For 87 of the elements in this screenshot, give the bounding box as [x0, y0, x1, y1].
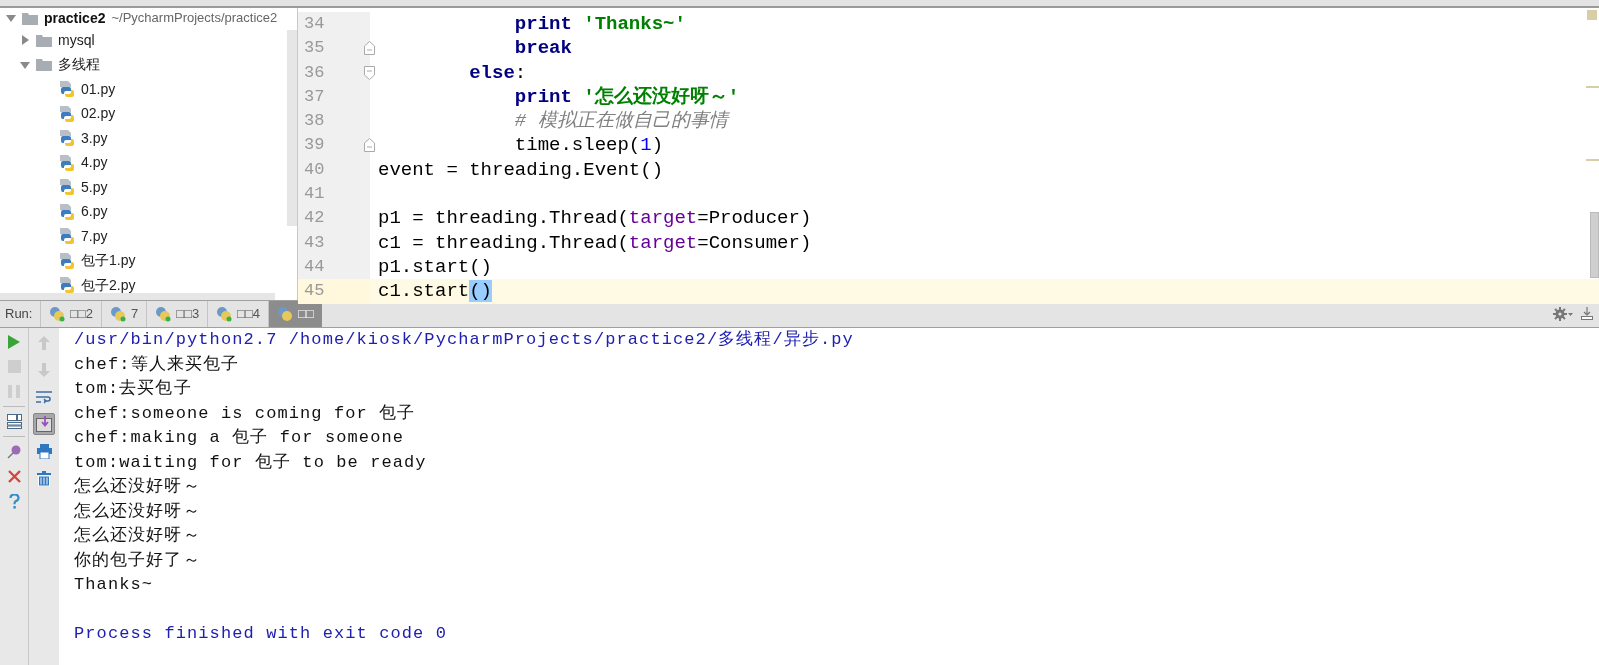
file-name[interactable]: 5.py	[81, 176, 108, 198]
line-number: 36	[303, 61, 325, 84]
python-file-icon	[60, 203, 75, 220]
folder-icon	[36, 58, 52, 72]
python-file-icon	[60, 228, 75, 245]
code-line: c1 = threading.Thread(target=Consumer)	[377, 230, 812, 255]
code-line: c1.start()	[377, 279, 493, 304]
fold-marker-icon[interactable]	[364, 41, 375, 56]
console-line: 你的包子好了～	[74, 550, 201, 570]
code-line: print 'Thanks~'	[513, 12, 686, 37]
minimize-panel-icon[interactable]	[1581, 307, 1593, 321]
line-number: 40	[303, 158, 325, 181]
line-number: 34	[303, 13, 325, 35]
pin-icon[interactable]	[6, 444, 22, 459]
run-command: /usr/bin/python2.7 /home/kiosk/PycharmProjects/practice2/多线程/异步.py	[74, 330, 854, 349]
line-number: 41	[303, 183, 325, 206]
collapsed-arrow-icon[interactable]	[20, 35, 30, 46]
line-number: 42	[303, 207, 325, 230]
python-run-icon	[109, 306, 126, 322]
soft-wrap-icon[interactable]	[36, 389, 52, 405]
scroll-to-end-icon[interactable]	[36, 416, 52, 432]
line-number: 45	[303, 280, 325, 303]
folder-icon	[36, 33, 52, 47]
file-name[interactable]: 包子2.py	[81, 274, 136, 296]
python-file-icon	[60, 179, 75, 196]
close-icon[interactable]	[7, 470, 21, 483]
run-icon[interactable]	[7, 333, 21, 350]
console-line: 怎么还没好呀～	[74, 477, 201, 496]
trash-icon[interactable]	[37, 470, 51, 486]
file-name[interactable]: 02.py	[81, 103, 116, 125]
line-number: 35	[303, 37, 325, 60]
help-icon[interactable]	[8, 494, 20, 509]
python-run-icon	[216, 306, 233, 322]
console-line: 怎么还没好呀～	[74, 526, 201, 545]
exit-message: Process finished with exit code 0	[74, 624, 447, 643]
folder-name[interactable]: mysql	[58, 29, 95, 51]
line-number: 38	[303, 110, 325, 133]
print-icon[interactable]	[36, 443, 52, 459]
code-line: break	[513, 36, 572, 61]
console-line: tom:去买包子	[74, 379, 192, 398]
python-file-icon	[60, 130, 75, 147]
fold-marker-icon[interactable]	[364, 65, 375, 80]
file-name[interactable]: 包子1.py	[81, 250, 136, 272]
python-file-icon	[60, 252, 75, 269]
python-run-icon	[277, 306, 294, 322]
fold-marker-icon[interactable]	[364, 138, 375, 153]
line-number: 39	[303, 134, 325, 157]
console-line: chef:making a 包子 for someone	[74, 428, 405, 447]
expanded-arrow-icon[interactable]	[20, 59, 30, 70]
console-line: 怎么还没好呀～	[74, 501, 201, 521]
console-line: Thanks~	[74, 575, 154, 594]
code-line: p1.start()	[377, 254, 493, 280]
file-name[interactable]: 01.py	[81, 78, 116, 100]
line-number: 43	[303, 231, 325, 254]
console-line: chef:someone is coming for 包子	[74, 403, 416, 423]
python-run-icon	[49, 306, 65, 322]
code-line: # 模拟正在做自己的事情	[513, 109, 728, 134]
settings-icon[interactable]	[1553, 307, 1573, 321]
project-name[interactable]: practice2	[44, 8, 106, 29]
expanded-arrow-icon[interactable]	[6, 13, 16, 23]
python-file-icon	[60, 81, 75, 98]
code-line: event = threading.Event()	[377, 157, 664, 183]
file-name[interactable]: 3.py	[81, 127, 108, 149]
horizontal-scrollbar[interactable]	[0, 293, 275, 300]
editor-scrollbar[interactable]	[1590, 212, 1599, 278]
project-path: ~/PycharmProjects/practice2	[111, 9, 278, 28]
layout-icon[interactable]	[6, 414, 22, 429]
code-line: p1 = threading.Thread(target=Producer)	[377, 206, 812, 231]
warning-marker[interactable]	[1587, 10, 1597, 20]
code-line: print '怎么还没好呀～'	[513, 84, 740, 110]
folder-name[interactable]: 多线程	[58, 54, 100, 76]
python-file-icon	[60, 105, 75, 122]
run-label: Run:	[4, 305, 34, 324]
file-name[interactable]: 7.py	[81, 225, 108, 247]
console-line: chef:等人来买包子	[74, 354, 240, 374]
line-number: 44	[303, 255, 325, 278]
python-run-icon	[155, 306, 172, 322]
folder-icon	[22, 11, 38, 25]
python-file-icon	[60, 277, 75, 294]
python-file-icon	[60, 154, 75, 171]
code-line: else:	[468, 60, 527, 85]
console-line: tom:waiting for 包子 to be ready	[74, 452, 427, 472]
vertical-scrollbar[interactable]	[287, 30, 297, 226]
file-name[interactable]: 6.py	[81, 201, 108, 223]
line-number: 37	[303, 85, 325, 108]
code-line: time.sleep(1)	[513, 133, 664, 158]
file-name[interactable]: 4.py	[81, 152, 108, 174]
